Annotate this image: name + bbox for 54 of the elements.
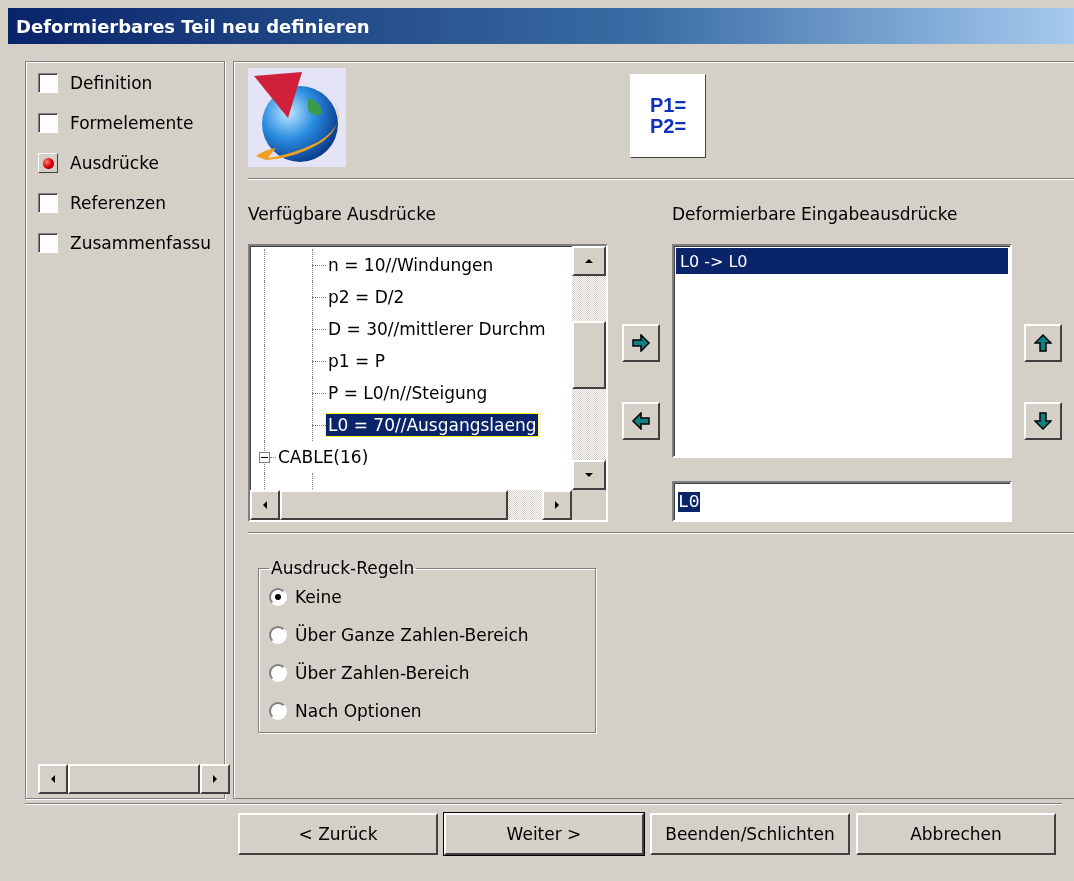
radio-button[interactable]	[269, 626, 287, 644]
step-checkbox[interactable]	[38, 233, 58, 253]
right-arrow-icon	[631, 334, 651, 352]
tree-item[interactable]: n = 10//Windungen	[326, 254, 496, 276]
radio-label[interactable]: Über Zahlen-Bereich	[295, 663, 470, 683]
radio-label[interactable]: Über Ganze Zahlen-Bereich	[295, 625, 529, 645]
input-field[interactable]: L0	[672, 481, 1012, 522]
group-title: Ausdruck-Regeln	[270, 558, 416, 578]
parameter-icon: P1= P2=	[630, 74, 706, 158]
tree-item[interactable]: P = L0/n//Steigung	[326, 382, 490, 404]
dialog-button[interactable]: Abbrechen	[856, 813, 1056, 855]
step-label[interactable]: Zusammenfassu	[70, 233, 211, 253]
step-label[interactable]: Formelemente	[70, 113, 194, 133]
move-up-button[interactable]	[1024, 324, 1062, 362]
scroll-left-icon	[261, 500, 269, 510]
radio-label[interactable]: Nach Optionen	[295, 701, 422, 721]
list-item[interactable]: L0 -> L0	[676, 248, 1008, 274]
scroll-right-icon	[211, 774, 219, 784]
horizontal-scrollbar[interactable]	[38, 764, 230, 794]
up-arrow-icon	[1034, 333, 1052, 353]
tree-item[interactable]: p2 = D/2	[326, 286, 407, 308]
collapse-icon[interactable]	[259, 451, 270, 463]
radio-button[interactable]	[269, 588, 287, 606]
down-arrow-icon	[1034, 411, 1052, 431]
left-arrow-icon	[631, 412, 651, 430]
tree-item[interactable]: L0 = 70//Ausgangslaeng	[326, 414, 539, 436]
step-label[interactable]: Definition	[70, 73, 153, 93]
list-label: Verfügbare Ausdrücke	[248, 204, 437, 226]
remove-button[interactable]	[622, 402, 660, 440]
scrollbar-corner	[572, 490, 606, 520]
vertical-scrollbar[interactable]	[572, 246, 606, 490]
step-checkbox[interactable]	[38, 73, 58, 93]
dialog-button[interactable]: Beenden/Schlichten	[650, 813, 850, 855]
add-button[interactable]	[622, 324, 660, 362]
step-label[interactable]: Ausdrücke	[70, 153, 159, 173]
radio-label[interactable]: Keine	[295, 587, 342, 607]
dialog-button[interactable]: Weiter >	[444, 813, 644, 855]
step-checkbox[interactable]	[38, 113, 58, 133]
radio-button[interactable]	[269, 702, 287, 720]
scroll-down-icon	[584, 471, 594, 479]
list-label: Deformierbare Eingabeausdrücke	[672, 204, 959, 226]
tree-item[interactable]: CABLE(16)	[276, 446, 371, 468]
window-title: Deformierbares Teil neu definieren	[16, 15, 370, 37]
move-down-button[interactable]	[1024, 402, 1062, 440]
step-label[interactable]: Referenzen	[70, 193, 166, 213]
radio-button[interactable]	[269, 664, 287, 682]
scroll-left-icon	[49, 774, 57, 784]
horizontal-scrollbar[interactable]	[250, 490, 606, 520]
scroll-up-icon	[584, 257, 594, 265]
tree-item[interactable]: D = 30//mittlerer Durchm	[326, 318, 548, 340]
dialog-button[interactable]: < Zurück	[238, 813, 438, 855]
step-checkbox[interactable]	[38, 193, 58, 213]
tree-item[interactable]: p1 = P	[326, 350, 387, 372]
scroll-right-icon	[553, 500, 561, 510]
